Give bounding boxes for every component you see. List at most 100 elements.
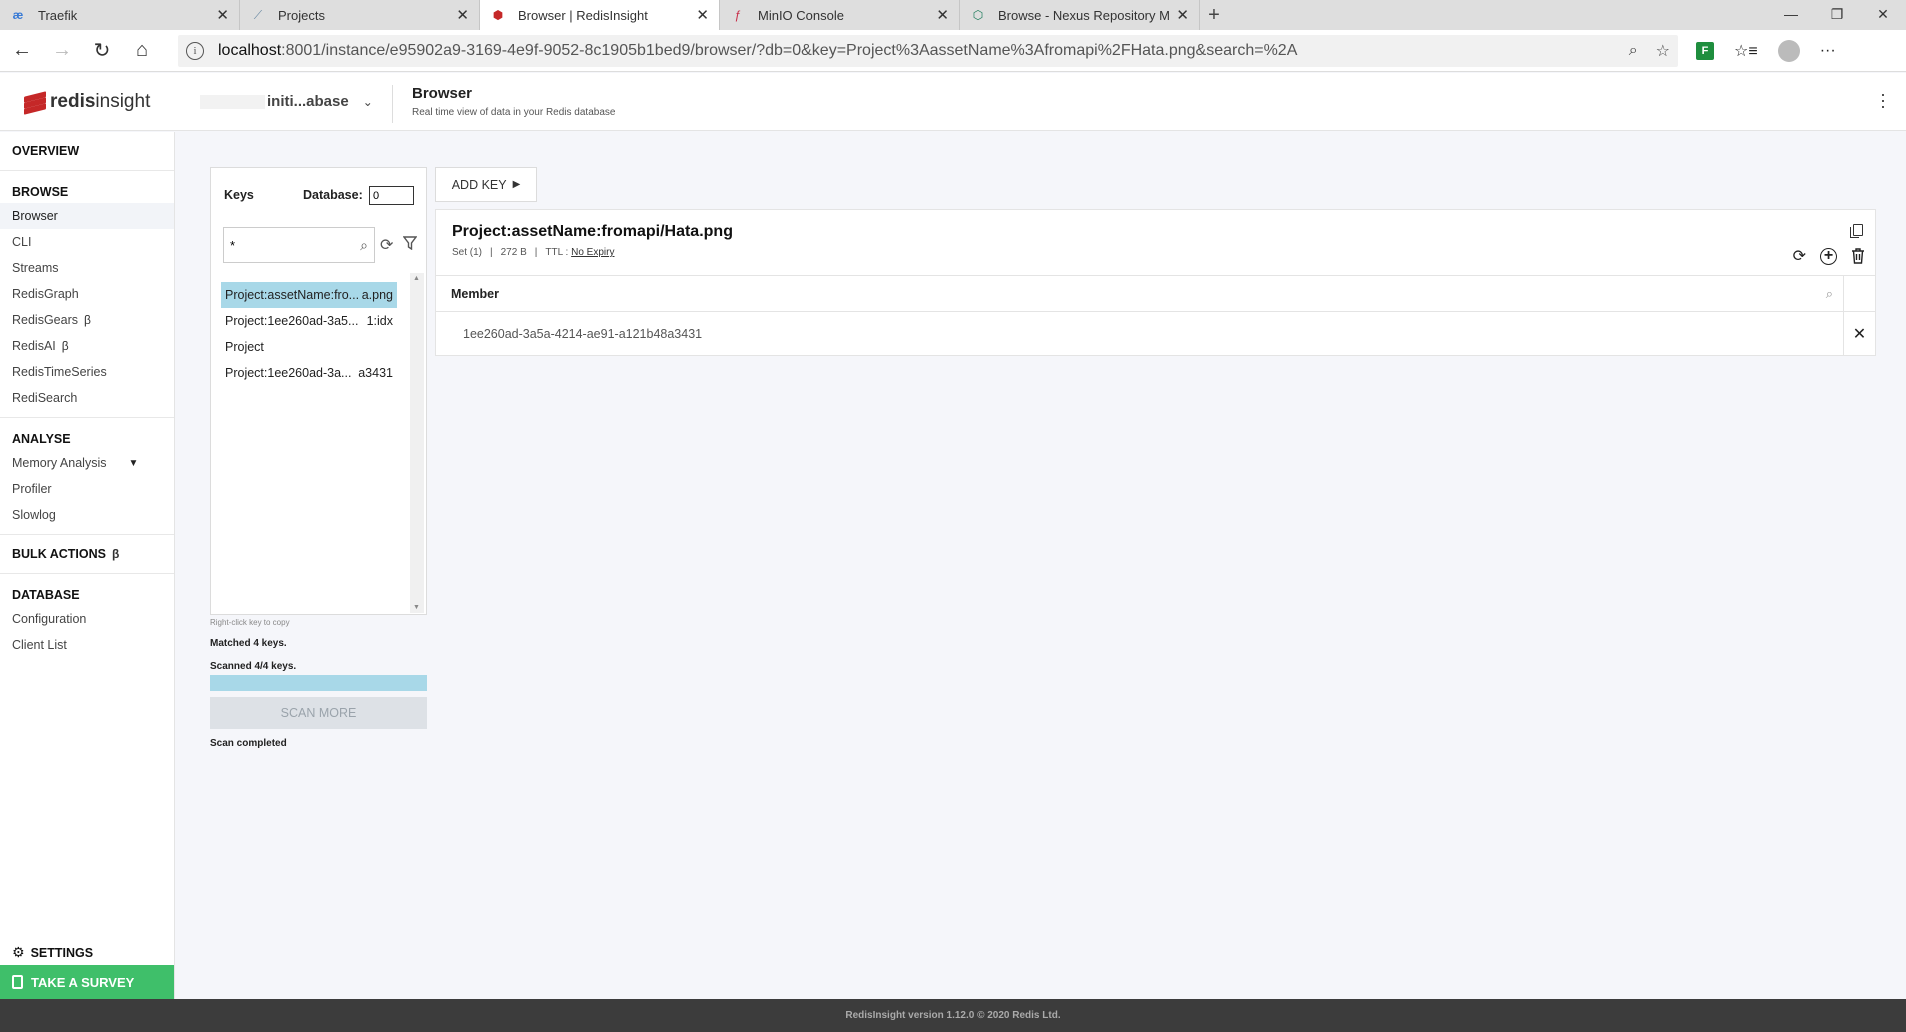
sidebar-item-slowlog[interactable]: Slowlog: [0, 502, 174, 528]
sidebar-item-overview[interactable]: OVERVIEW: [0, 140, 174, 162]
close-tab-icon[interactable]: ✕: [696, 6, 709, 24]
sidebar-item-client-list[interactable]: Client List: [0, 632, 174, 658]
sidebar-item-cli[interactable]: CLI: [0, 229, 174, 255]
copy-icon[interactable]: [1850, 224, 1863, 238]
close-tab-icon[interactable]: ✕: [456, 6, 469, 24]
ttl-value[interactable]: No Expiry: [571, 247, 614, 258]
sidebar-item-label: RedisGraph: [12, 287, 79, 301]
database-selector[interactable]: initi...abase ⌄: [200, 93, 373, 110]
refresh-keys-icon[interactable]: ⟳: [380, 235, 393, 255]
sidebar-item-redisgraph[interactable]: RedisGraph: [0, 281, 174, 307]
table-row[interactable]: 1ee260ad-3a5a-4214-ae91-a121b48a3431 ✕: [436, 312, 1875, 356]
table-header: Member ⌕: [436, 275, 1875, 312]
scan-status: Scan completed: [210, 738, 287, 749]
sidebar-group-browse: BROWSE Browser CLI Streams RedisGraph Re…: [0, 171, 174, 418]
sidebar-item-configuration[interactable]: Configuration: [0, 606, 174, 632]
browser-tab-minio[interactable]: ƒ MinIO Console ✕: [720, 0, 960, 30]
sidebar-item-bulk-actions[interactable]: BULK ACTIONS β: [0, 543, 174, 565]
restore-icon[interactable]: ❐: [1814, 0, 1860, 28]
close-tab-icon[interactable]: ✕: [216, 6, 229, 24]
zoom-icon[interactable]: ⌕: [1629, 42, 1638, 60]
key-type: Set (1): [452, 247, 483, 258]
key-list-item[interactable]: Project:1ee260ad-3a... a3431: [221, 360, 397, 386]
sidebar-item-streams[interactable]: Streams: [0, 255, 174, 281]
tab-label: Traefik: [38, 7, 78, 23]
browser-tab-traefik[interactable]: æ Traefik ✕: [0, 0, 240, 30]
sidebar-item-memory-analysis[interactable]: Memory Analysis ▼: [0, 450, 174, 476]
extension-icon[interactable]: F: [1696, 41, 1714, 60]
favorites-bar-icon[interactable]: ☆≡: [1734, 41, 1758, 61]
profile-avatar[interactable]: [1777, 39, 1800, 62]
site-info-icon[interactable]: i: [186, 41, 204, 60]
minimize-icon[interactable]: —: [1768, 0, 1814, 28]
sidebar-item-browser[interactable]: Browser: [0, 203, 174, 229]
database-name: initi...abase: [267, 93, 349, 110]
forward-icon[interactable]: →: [44, 33, 80, 69]
projects-icon: ⟋: [253, 7, 263, 22]
nexus-icon: ⬡: [972, 8, 984, 22]
browser-tab-redisinsight[interactable]: ⬢ Browser | RedisInsight ✕: [480, 0, 720, 30]
favorite-star-icon[interactable]: ☆: [1656, 41, 1670, 61]
add-member-icon[interactable]: +: [1820, 247, 1837, 265]
meta-separator: |: [490, 247, 493, 258]
new-tab-icon[interactable]: +: [1200, 0, 1228, 30]
gear-icon: ⚙: [12, 944, 25, 960]
close-tab-icon[interactable]: ✕: [936, 6, 949, 24]
more-options-icon[interactable]: · · ·: [1880, 85, 1886, 115]
sidebar-item-label: Configuration: [12, 612, 87, 626]
action-column-header: [1843, 276, 1875, 312]
logo-text-light: insight: [95, 91, 151, 112]
member-column-header: Member: [451, 286, 499, 301]
scroll-up-icon[interactable]: ▲: [413, 275, 420, 282]
delete-key-icon[interactable]: [1851, 248, 1865, 264]
database-index-input[interactable]: [369, 186, 414, 205]
copy-hint: Right-click key to copy: [210, 618, 290, 627]
sidebar-item-label: RedisGears: [12, 313, 78, 327]
keys-panel: Keys Database: ⌕ ⟳ Project:assetName:fro…: [210, 167, 427, 615]
sidebar-heading-database: DATABASE: [12, 588, 80, 602]
sidebar-item-profiler[interactable]: Profiler: [0, 476, 174, 502]
url-field[interactable]: i localhost:8001/instance/e95902a9-3169-…: [178, 34, 1678, 67]
redis-icon: ⬢: [492, 8, 504, 22]
url-host: localhost: [218, 41, 282, 59]
logo-text-bold: redis: [50, 91, 96, 112]
take-survey-button[interactable]: TAKE A SURVEY: [0, 965, 174, 999]
add-key-button[interactable]: ADD KEY ▶: [435, 167, 537, 202]
sidebar-item-label: CLI: [12, 235, 32, 249]
sidebar-item-redisearch[interactable]: RediSearch: [0, 385, 174, 411]
chevron-down-icon: ⌄: [362, 94, 373, 109]
close-tab-icon[interactable]: ✕: [1176, 6, 1189, 24]
member-value[interactable]: 1ee260ad-3a5a-4214-ae91-a121b48a3431: [436, 327, 702, 341]
sidebar-item-redistimeseries[interactable]: RedisTimeSeries: [0, 359, 174, 385]
search-icon[interactable]: ⌕: [360, 237, 368, 254]
key-list-item[interactable]: Project:1ee260ad-3a5... 1:idx: [221, 308, 397, 334]
browser-tab-projects[interactable]: ⟋ Projects ✕: [240, 0, 480, 30]
sidebar-item-redisai[interactable]: RedisAI β: [0, 333, 174, 359]
member-search-icon[interactable]: ⌕: [1826, 286, 1833, 302]
reload-icon[interactable]: ↻: [84, 33, 120, 69]
sidebar-item-label: Client List: [12, 638, 67, 652]
sidebar-item-redisgears[interactable]: RedisGears β: [0, 307, 174, 333]
key-list-item[interactable]: Project:assetName:fro... a.png: [221, 282, 397, 308]
key-list-item[interactable]: Project: [221, 334, 397, 360]
remove-member-icon[interactable]: ✕: [1843, 312, 1875, 356]
key-search-input[interactable]: [224, 228, 344, 262]
home-icon[interactable]: ⌂: [124, 33, 160, 69]
browser-menu-icon[interactable]: ···: [1820, 42, 1836, 60]
back-icon[interactable]: ←: [4, 33, 40, 69]
key-list-scrollbar[interactable]: ▲ ▼: [410, 273, 424, 613]
filter-icon[interactable]: [403, 236, 417, 250]
refresh-key-icon[interactable]: ⟳: [1793, 246, 1806, 266]
close-window-icon[interactable]: ✕: [1860, 0, 1906, 28]
redisinsight-logo[interactable]: redis insight: [24, 91, 151, 115]
meta-separator: |: [534, 247, 538, 258]
sidebar-heading-analyse: ANALYSE: [12, 432, 71, 446]
caret-right-icon: ▶: [512, 179, 521, 190]
beta-badge: β: [61, 339, 69, 353]
database-label: Database:: [303, 188, 363, 202]
browser-tab-nexus[interactable]: ⬡ Browse - Nexus Repository Mana ✕: [960, 0, 1200, 30]
settings-button[interactable]: ⚙ SETTINGS: [12, 944, 93, 961]
scan-more-button[interactable]: SCAN MORE: [210, 697, 427, 729]
scroll-down-icon[interactable]: ▼: [413, 604, 420, 611]
key-list: Project:assetName:fro... a.png Project:1…: [221, 282, 397, 386]
